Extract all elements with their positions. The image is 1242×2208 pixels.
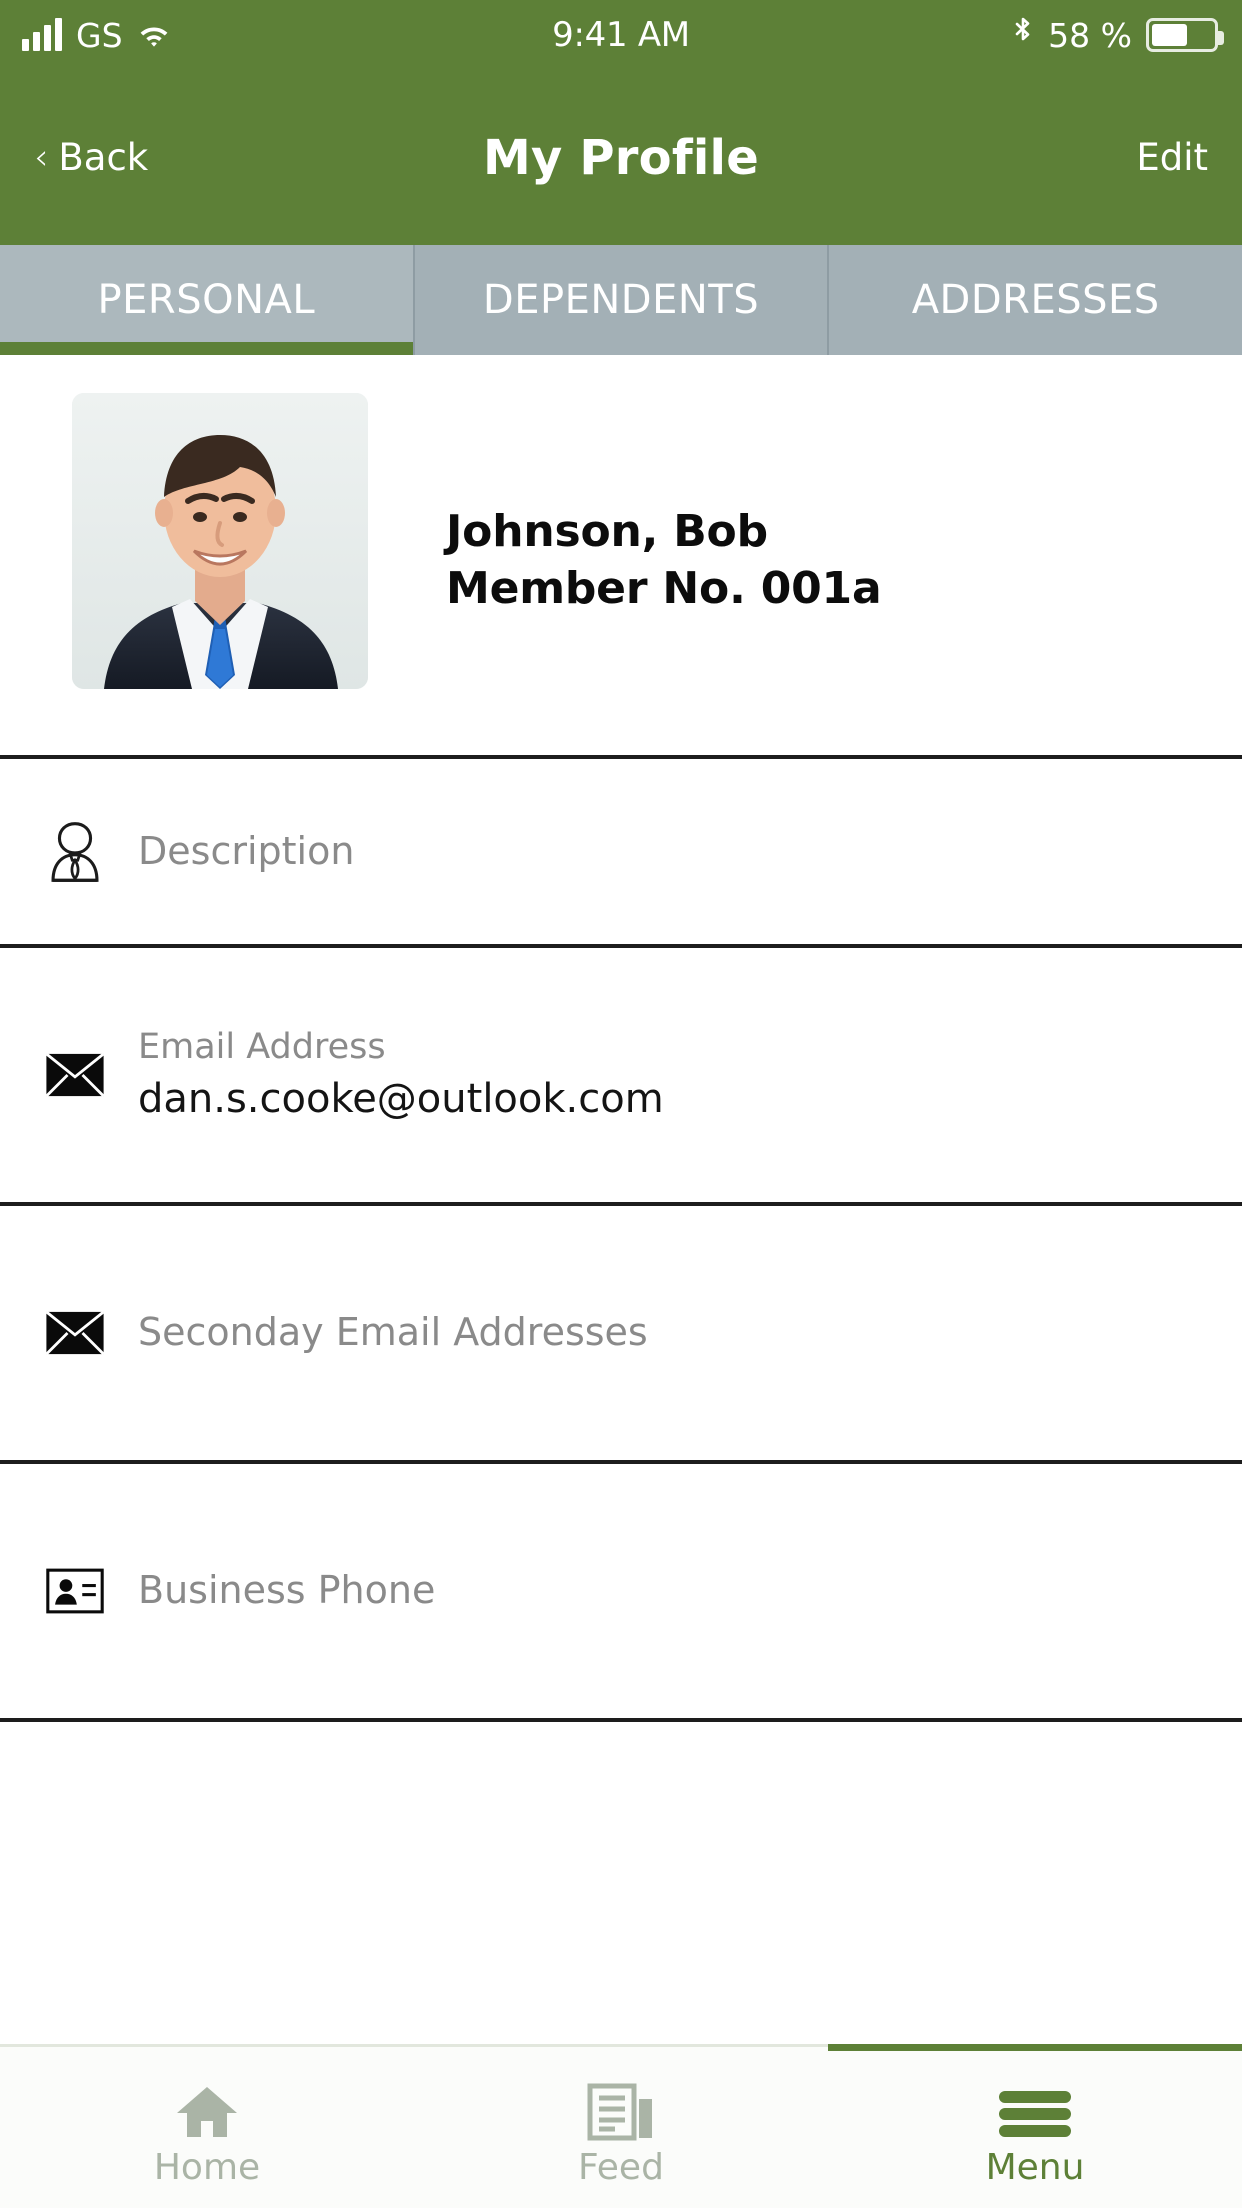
battery-icon (1146, 18, 1224, 52)
field-label: Email Address (138, 1027, 386, 1068)
field-row-description[interactable]: Description (0, 759, 1242, 944)
avatar[interactable] (72, 393, 368, 689)
battery-percent-label: 58 % (1048, 15, 1132, 55)
envelope-icon (32, 1052, 118, 1098)
bottom-nav-label: Feed (578, 2147, 664, 2188)
bluetooth-icon (1012, 15, 1034, 55)
tab-personal-label: PERSONAL (97, 277, 316, 323)
profile-header: Johnson, Bob Member No. 001a (0, 355, 1242, 755)
contact-card-icon (32, 1568, 118, 1614)
home-icon (175, 2067, 239, 2141)
status-bar-right: 58 % (1012, 0, 1224, 70)
person-tie-icon (32, 820, 118, 884)
hamburger-icon (997, 2067, 1073, 2141)
identity-block: Johnson, Bob Member No. 001a (446, 393, 882, 617)
field-row-business-phone[interactable]: Business Phone (0, 1464, 1242, 1718)
tab-addresses-label: ADDRESSES (911, 277, 1160, 323)
feed-icon (587, 2067, 655, 2141)
page-title: My Profile (483, 129, 759, 186)
field-text-secondary-email-addresses: Seconday Email Addresses (138, 1307, 648, 1358)
tab-dependents[interactable]: DEPENDENTS (412, 245, 828, 355)
bottom-nav-label: Home (153, 2147, 261, 2188)
field-text-email-address: Email Address dan.s.cooke@outlook.com (138, 1024, 664, 1125)
app-screen: GS 9:41 AM 58 % ‹ Back My Profile Edit P… (0, 0, 1242, 2208)
field-value: dan.s.cooke@outlook.com (138, 1075, 664, 1122)
field-label: Description (138, 828, 355, 873)
chevron-left-icon: ‹ (34, 136, 49, 178)
status-bar: GS 9:41 AM 58 % (0, 0, 1242, 70)
tab-strip: PERSONAL DEPENDENTS ADDRESSES (0, 245, 1242, 355)
bottom-nav-label: Menu (985, 2147, 1085, 2188)
tab-personal[interactable]: PERSONAL (0, 245, 413, 355)
field-label: Business Phone (138, 1568, 436, 1613)
nav-bar: ‹ Back My Profile Edit (0, 70, 1242, 245)
field-text-description: Description (138, 826, 354, 877)
field-row-secondary-email-addresses[interactable]: Seconday Email Addresses (0, 1206, 1242, 1460)
field-row-email-address[interactable]: Email Address dan.s.cooke@outlook.com (0, 948, 1242, 1202)
bottom-nav-item-menu[interactable]: Menu (828, 2044, 1242, 2208)
bottom-nav-item-home[interactable]: Home (0, 2047, 414, 2208)
field-list: Description Email Address dan.s.cooke@ou… (0, 755, 1242, 1722)
member-number: Member No. 001a (446, 563, 882, 615)
envelope-icon (32, 1310, 118, 1356)
member-name: Johnson, Bob (446, 506, 768, 557)
bottom-nav-item-feed[interactable]: Feed (414, 2047, 828, 2208)
field-text-business-phone: Business Phone (138, 1565, 435, 1616)
profile-photo (72, 393, 368, 689)
field-label: Seconday Email Addresses (138, 1310, 648, 1355)
divider (0, 1718, 1242, 1722)
tab-active-indicator (0, 342, 413, 355)
bottom-nav-bar: Home Feed Menu (0, 2044, 1242, 2208)
back-button-label: Back (58, 136, 149, 179)
edit-button[interactable]: Edit (1136, 136, 1208, 179)
back-button[interactable]: ‹ Back (34, 136, 148, 179)
bottom-nav-active-indicator (828, 2044, 1242, 2051)
tab-dependents-label: DEPENDENTS (482, 277, 760, 323)
tab-addresses[interactable]: ADDRESSES (827, 245, 1242, 355)
